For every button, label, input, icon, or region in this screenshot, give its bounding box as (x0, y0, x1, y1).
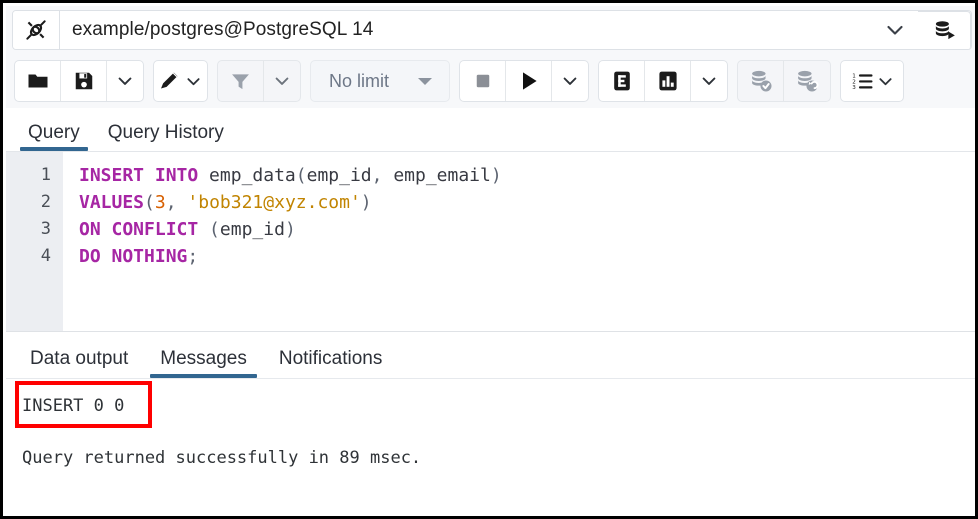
sql-token-id: emp_id (220, 219, 285, 240)
chevron-down-icon (272, 71, 292, 91)
transaction-button-group (737, 60, 831, 102)
chevron-down-icon (876, 72, 895, 91)
chevron-down-icon (115, 71, 135, 91)
sql-code-line: INSERT INTO emp_data(emp_id, emp_email) (79, 162, 978, 189)
tab-data-output[interactable]: Data output (14, 349, 144, 378)
query-tool-window: example/postgres@PostgreSQL 14 (0, 0, 978, 519)
chevron-down-icon (560, 71, 580, 91)
pencil-icon (158, 69, 182, 93)
connection-selector[interactable]: example/postgres@PostgreSQL 14 (12, 10, 972, 50)
sql-token-punc: ; (187, 246, 198, 267)
folder-icon (26, 69, 50, 93)
execute-button-group (459, 60, 589, 102)
sql-token-kw: DO NOTHING (79, 246, 187, 267)
tab-notifications[interactable]: Notifications (263, 349, 399, 378)
connection-string: example/postgres@PostgreSQL 14 (60, 11, 872, 49)
save-floppy-icon (73, 70, 95, 92)
filter-button[interactable] (218, 61, 264, 101)
sql-token-kw: ON CONFLICT (79, 219, 198, 240)
sql-token-kw: INSERT INTO (79, 165, 198, 186)
sql-token-punc: ) (361, 192, 372, 213)
filter-button-group (217, 60, 301, 102)
tab-notifications-label: Notifications (279, 348, 383, 369)
explain-button-group (598, 60, 728, 102)
file-button-group (14, 60, 144, 102)
bar-chart-icon (656, 69, 680, 93)
connection-bar: example/postgres@PostgreSQL 14 (6, 6, 978, 54)
explain-analyze-button[interactable] (645, 61, 691, 101)
edit-button[interactable] (154, 61, 207, 101)
svg-text:3: 3 (852, 85, 856, 91)
sql-token-punc: , (372, 165, 394, 186)
chevron-down-icon (184, 72, 203, 91)
sql-token-punc: , (166, 192, 188, 213)
macros-button-group: 1 2 3 (840, 60, 904, 102)
commit-button[interactable] (738, 61, 784, 101)
chevron-down-icon[interactable] (872, 11, 918, 49)
rollback-button[interactable] (784, 61, 830, 101)
row-limit-select[interactable]: No limit (310, 60, 450, 102)
save-options-button[interactable] (107, 61, 143, 101)
database-check-icon (748, 68, 774, 94)
message-status-line: Query returned successfully in 89 msec. (22, 445, 978, 471)
execute-options-button[interactable] (552, 61, 588, 101)
sql-editor[interactable]: 1 2 3 4 INSERT INTO emp_data(emp_id, emp… (6, 152, 978, 332)
message-spacer (22, 419, 978, 445)
sql-token-kw: VALUES (79, 192, 144, 213)
sql-token-id: emp_email (393, 165, 491, 186)
plug-connection-icon (13, 11, 60, 49)
tab-query-history[interactable]: Query History (94, 123, 238, 151)
filter-options-button[interactable] (264, 61, 300, 101)
message-result-line: INSERT 0 0 (22, 393, 978, 419)
save-file-button[interactable] (61, 61, 107, 101)
explain-button[interactable] (599, 61, 645, 101)
stop-square-icon (473, 71, 493, 91)
tab-messages-label: Messages (160, 348, 247, 369)
sql-token-punc: ) (491, 165, 502, 186)
numbered-list-icon: 1 2 3 (850, 69, 875, 94)
open-file-button[interactable] (15, 61, 61, 101)
explain-e-icon (610, 69, 634, 93)
output-tab-bar: Data output Messages Notifications (6, 333, 978, 379)
sql-code-line: ON CONFLICT (emp_id) (79, 216, 978, 243)
messages-panel: INSERT 0 0 Query returned successfully i… (6, 379, 978, 519)
sql-token-id: emp_id (307, 165, 372, 186)
editor-tab-bar: Query Query History (6, 108, 978, 152)
tab-data-output-label: Data output (30, 348, 128, 369)
tab-query-label: Query (28, 122, 80, 143)
play-triangle-icon (517, 69, 541, 93)
macros-button[interactable]: 1 2 3 (841, 61, 903, 101)
tab-messages[interactable]: Messages (144, 349, 263, 378)
line-number: 1 (6, 162, 63, 189)
line-number-gutter: 1 2 3 4 (6, 152, 63, 331)
sql-token-id: emp_data (198, 165, 296, 186)
line-number: 4 (6, 243, 63, 270)
chevron-down-icon (699, 71, 719, 91)
tab-query[interactable]: Query (14, 123, 94, 151)
sql-code-line: DO NOTHING; (79, 243, 978, 270)
query-toolbar: No limit (6, 54, 978, 108)
sql-token-punc: ( (144, 192, 155, 213)
sql-token-num: 3 (155, 192, 166, 213)
execute-button[interactable] (506, 61, 552, 101)
row-limit-label: No limit (329, 71, 389, 92)
database-undo-icon (794, 68, 820, 94)
line-number: 2 (6, 189, 63, 216)
filter-funnel-icon (229, 70, 252, 93)
tab-query-history-label: Query History (108, 122, 224, 143)
sql-token-punc: ( (296, 165, 307, 186)
sql-token-punc: ) (285, 219, 296, 240)
sql-token-str: 'bob321@xyz.com' (187, 192, 360, 213)
database-connect-icon[interactable] (918, 11, 971, 50)
stop-button[interactable] (460, 61, 506, 101)
explain-options-button[interactable] (691, 61, 727, 101)
sql-code-line: VALUES(3, 'bob321@xyz.com') (79, 189, 978, 216)
edit-button-group (153, 60, 208, 102)
triangle-down-icon (415, 74, 435, 88)
sql-code-content[interactable]: INSERT INTO emp_data(emp_id, emp_email)V… (63, 152, 978, 331)
line-number: 3 (6, 216, 63, 243)
sql-token-punc: ( (198, 219, 220, 240)
